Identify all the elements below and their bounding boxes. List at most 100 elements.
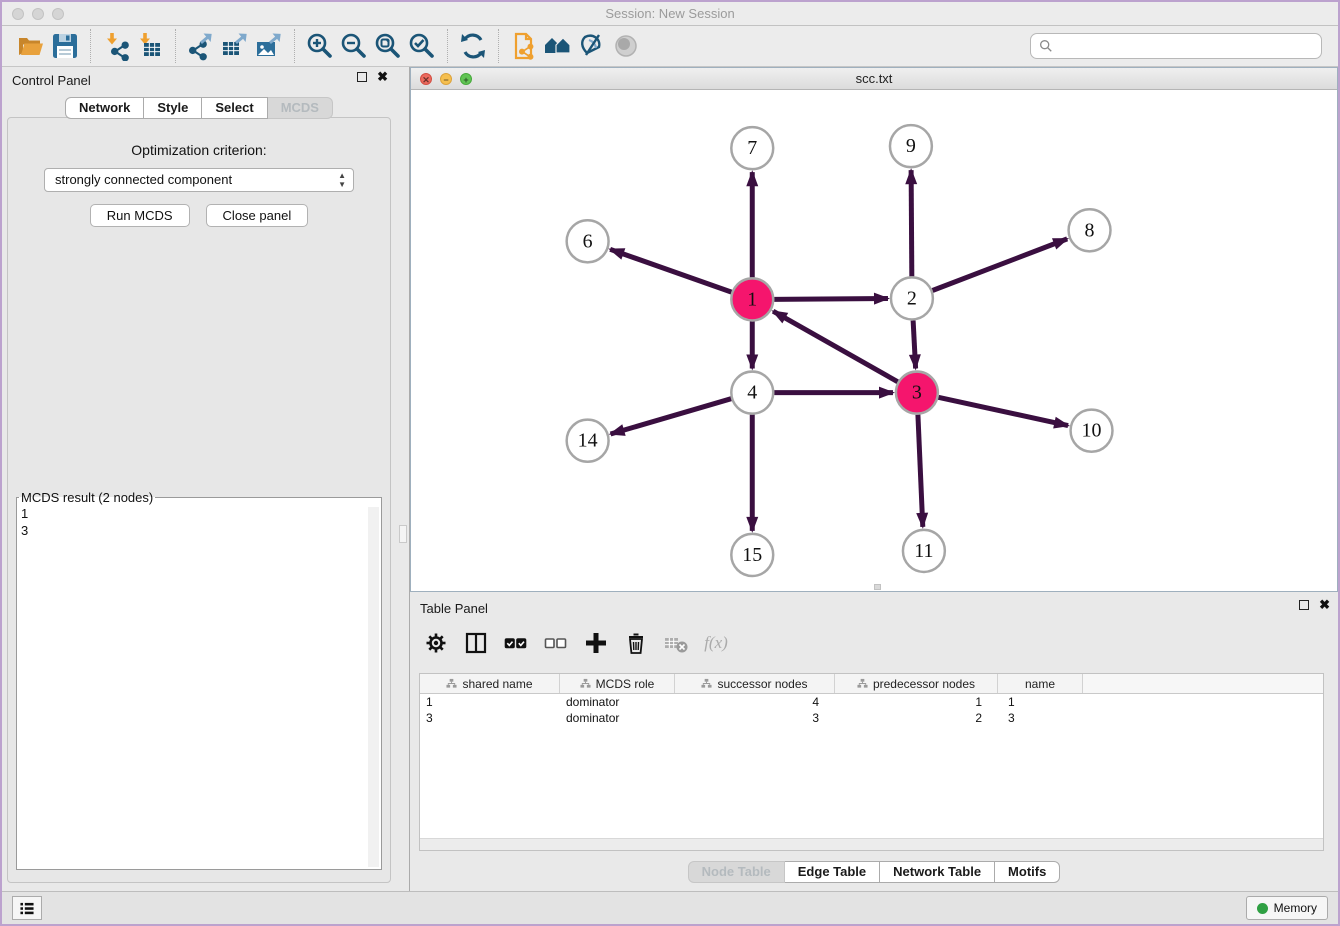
edge-1-2[interactable] [774,299,888,300]
edge-3-11[interactable] [918,415,923,527]
control-panel: Control Panel ✖ NetworkStyleSelectMCDS O… [2,67,396,891]
edge-3-1[interactable] [773,311,898,382]
search-icon [1039,39,1053,53]
first-neighbors-icon[interactable] [507,30,541,62]
edge-2-8[interactable] [932,239,1067,291]
network-close-button[interactable]: ✕ [420,73,432,85]
import-network-icon[interactable] [99,30,133,62]
window-titlebar: Session: New Session [2,2,1338,26]
tab-select[interactable]: Select [202,97,267,119]
edge-1-6[interactable] [610,249,731,292]
mcds-result-box: MCDS result (2 nodes) 13 [16,490,382,870]
table-row[interactable]: 1dominator411 [420,694,1323,710]
run-mcds-button[interactable]: Run MCDS [90,204,190,227]
edge-4-14[interactable] [611,399,732,434]
graph-node-9[interactable]: 9 [890,125,932,167]
graph-node-10[interactable]: 10 [1071,410,1113,452]
mcds-result-legend: MCDS result (2 nodes) [19,490,155,505]
graph-node-8[interactable]: 8 [1069,209,1111,251]
column-label: name [1025,677,1055,691]
search-box[interactable] [1030,33,1322,59]
graph-node-14[interactable]: 14 [567,420,609,462]
table-scroll-area[interactable] [420,838,1323,850]
result-line: 1 [21,505,28,522]
svg-text:9: 9 [906,135,916,157]
svg-text:15: 15 [742,544,762,566]
cell: 1 [835,694,998,710]
result-scrollbar[interactable] [368,507,379,867]
network-window-titlebar[interactable]: ✕ − + scc.txt [411,68,1337,90]
selected-criterion: strongly connected component [55,172,232,187]
tab-motifs[interactable]: Motifs [995,861,1060,883]
tab-edge-table[interactable]: Edge Table [785,861,880,883]
svg-text:8: 8 [1085,219,1095,241]
close-table-panel-icon[interactable]: ✖ [1319,600,1330,610]
hide-selected-icon[interactable] [575,30,609,62]
column-header-predecessor-nodes[interactable]: predecessor nodes [835,674,998,693]
float-panel-icon[interactable] [357,72,367,82]
graph-node-4[interactable]: 4 [731,372,773,414]
zoom-selected-icon[interactable] [405,30,439,62]
maximize-window-button[interactable] [52,8,64,20]
zoom-fit-icon[interactable] [371,30,405,62]
zoom-out-icon[interactable] [337,30,371,62]
delete-column-icon[interactable] [622,629,650,657]
float-table-panel-icon[interactable] [1299,600,1309,610]
tab-network[interactable]: Network [65,97,144,119]
graph-node-2[interactable]: 2 [891,277,933,319]
column-header-successor-nodes[interactable]: successor nodes [675,674,835,693]
network-resize-grip[interactable] [874,584,881,590]
edge-2-9[interactable] [911,170,912,276]
minimize-window-button[interactable] [32,8,44,20]
export-table-icon[interactable] [218,30,252,62]
column-header-name[interactable]: name [998,674,1083,693]
export-image-icon[interactable] [252,30,286,62]
memory-button[interactable]: Memory [1246,896,1328,920]
column-header-shared-name[interactable]: shared name [420,674,560,693]
network-canvas[interactable]: 7 9 6 8 1 2 4 3 14 10 15 11 [411,90,1337,591]
graph-node-7[interactable]: 7 [731,127,773,169]
tab-mcds[interactable]: MCDS [268,97,333,119]
network-minimize-button[interactable]: − [440,73,452,85]
toolbar-separator [294,29,295,63]
graph-node-15[interactable]: 15 [731,534,773,576]
close-window-button[interactable] [12,8,24,20]
deselect-all-rows-icon[interactable] [542,629,570,657]
graph-node-3[interactable]: 3 [896,372,938,414]
splitter-grip[interactable] [399,525,407,543]
column-header-MCDS-role[interactable]: MCDS role [560,674,675,693]
open-session-icon[interactable] [14,30,48,62]
close-panel-icon[interactable]: ✖ [377,72,388,82]
svg-text:4: 4 [747,382,757,404]
table-row[interactable]: 3dominator323 [420,710,1323,726]
select-all-rows-icon[interactable] [502,629,530,657]
delete-table-icon [662,629,690,657]
search-input[interactable] [1059,39,1313,54]
network-zoom-button[interactable]: + [460,73,472,85]
toolbar-separator [447,29,448,63]
tab-style[interactable]: Style [144,97,202,119]
zoom-in-icon[interactable] [303,30,337,62]
graph-node-11[interactable]: 11 [903,530,945,572]
add-column-icon[interactable] [582,629,610,657]
graph-node-1[interactable]: 1 [731,278,773,320]
svg-text:7: 7 [747,137,757,159]
vertical-splitter[interactable] [396,67,410,891]
tab-node-table[interactable]: Node Table [688,861,785,883]
edge-3-10[interactable] [938,397,1068,425]
edge-2-3[interactable] [913,320,915,368]
mcds-panel: Optimization criterion: strongly connect… [7,117,391,883]
close-panel-button[interactable]: Close panel [206,204,309,227]
table-settings-gear-icon[interactable] [422,629,450,657]
import-table-icon[interactable] [133,30,167,62]
graph-node-6[interactable]: 6 [567,220,609,262]
column-visibility-icon[interactable] [462,629,490,657]
export-network-icon[interactable] [184,30,218,62]
save-session-icon[interactable] [48,30,82,62]
show-panels-button[interactable] [12,896,42,920]
refresh-icon[interactable] [456,30,490,62]
tab-network-table[interactable]: Network Table [880,861,995,883]
optimization-criterion-select[interactable]: strongly connected component ▲▼ [44,168,354,192]
toolbar-separator [90,29,91,63]
home-layout-icon[interactable] [541,30,575,62]
